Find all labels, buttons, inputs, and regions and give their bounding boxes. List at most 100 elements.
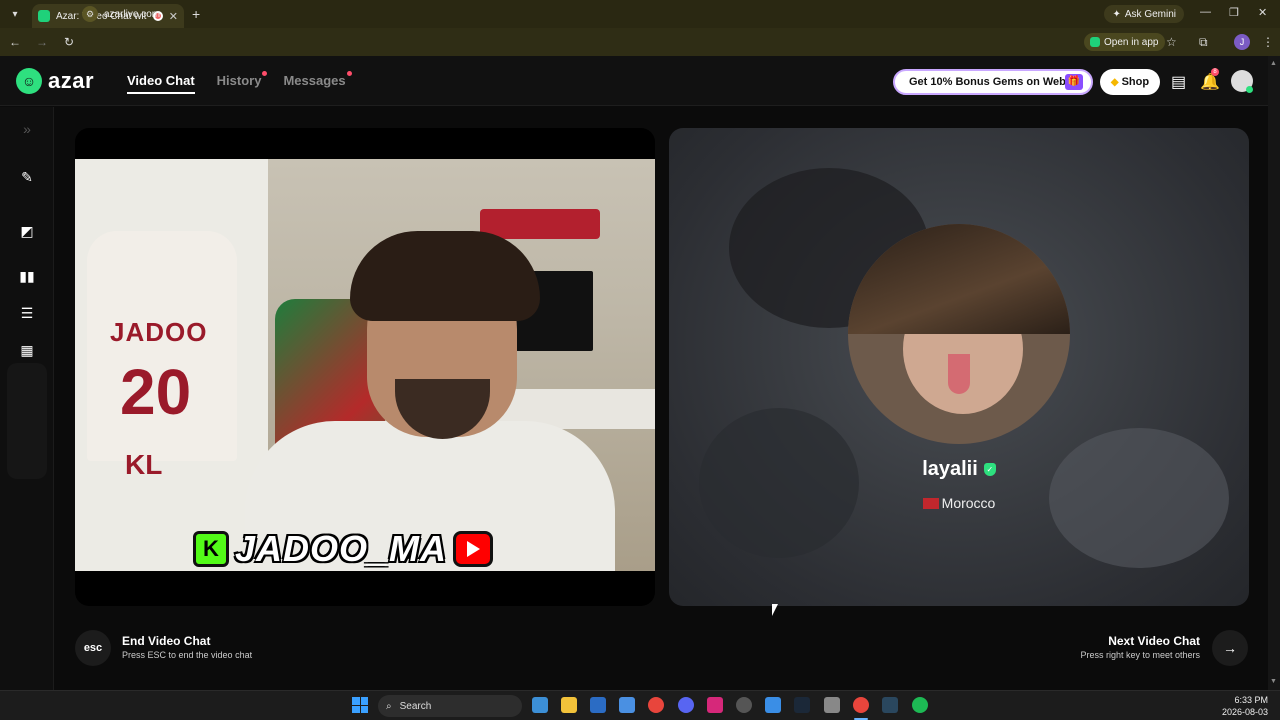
nav-history[interactable]: History [216,71,268,94]
peer-country-row: Morocco [669,495,1249,511]
peer-name: layalii [922,458,978,480]
clock-time: 6:33 PM [1234,695,1268,705]
clock-app-icon[interactable] [736,697,752,713]
blurred-background [699,408,859,558]
next-chat-hint: Press right key to meet others [1080,650,1200,660]
mouse-cursor-icon [772,604,778,616]
store-icon[interactable] [619,697,635,713]
file-explorer-icon[interactable] [561,697,577,713]
peer-profile-photo [848,224,1070,444]
verified-badge-icon: ✓ [983,463,996,476]
widgets-icon[interactable] [532,697,548,713]
layout-stacked-icon[interactable]: ☰ [13,299,41,327]
youtube-logo-icon [453,531,494,567]
nav-label: Video Chat [127,73,195,88]
back-icon[interactable]: ← [3,35,27,49]
open-in-app-label: Open in app [1104,36,1159,48]
peer-country: Morocco [941,495,996,511]
search-icon: ⌕ [386,700,392,712]
windows-taskbar: ⌕ Search 6:33 PM 2026-08-03 [0,690,1280,720]
window-close-icon[interactable]: ✕ [1258,6,1267,19]
kick-logo-icon: K [193,531,229,567]
peer-hair [848,224,1070,334]
minimize-icon[interactable]: — [1200,6,1211,18]
nav-video-chat[interactable]: Video Chat [127,73,195,94]
taskbar-search-label: Search [399,700,432,712]
end-chat-title: End Video Chat [122,634,211,648]
url-text[interactable]: azarlive.com [104,9,160,20]
nav-label: Messages [283,73,346,88]
stream-overlay: K JADOO_MA [193,528,494,569]
magic-wand-icon[interactable]: ✎ [13,163,41,191]
logo-text: azar [48,68,95,93]
scroll-down-arrow-icon[interactable]: ▼ [1270,678,1277,685]
site-info-icon[interactable]: ⚙ [82,6,98,22]
steam-alt-icon[interactable] [882,697,898,713]
ask-gemini-label: Ask Gemini [1124,8,1176,20]
scarf [480,209,600,239]
effects-icon[interactable]: ◩ [13,217,41,245]
spotify-icon[interactable] [912,697,928,713]
chrome-active-icon[interactable] [853,697,869,713]
expand-sidebar-icon[interactable]: » [13,115,41,143]
person-hair [350,231,540,321]
instagram-icon[interactable] [707,697,723,713]
chevron-down-icon[interactable]: ▾ [4,3,26,25]
bookmark-star-icon[interactable]: ☆ [1166,35,1177,49]
gem-icon: ◆ [1110,76,1119,88]
jersey-number: 20 [120,356,192,428]
layout-grid-icon[interactable]: ▦ [13,336,41,364]
peer-name-row: layalii ✓ [669,458,1249,481]
browser-menu-icon[interactable]: ⋮ [1262,35,1274,49]
nav-label: History [216,73,262,88]
jersey-initials: KL [125,449,163,480]
azar-app-icon [1090,37,1100,47]
left-toolbar: » ✎ ◩ ▮▮ ☰ ▦ [0,107,54,690]
inbox-icon[interactable]: ▤ [1171,72,1186,92]
open-in-app-button[interactable]: Open in app [1084,33,1165,51]
ask-gemini-button[interactable]: ✦ Ask Gemini [1104,5,1184,23]
discord-icon[interactable] [678,697,694,713]
nav-messages[interactable]: Messages [283,71,352,94]
local-camera-feed: JADOO 20 KL K JADOO_MA [75,159,655,571]
gemini-sparkle-icon: ✦ [1112,8,1121,20]
azar-logo[interactable]: ☺ azar [16,68,94,94]
gift-icon: 🎁 [1065,74,1083,90]
bonus-gems-button[interactable]: Get 10% Bonus Gems on Web! 🎁 [893,69,1093,95]
azar-favicon-icon [38,10,50,22]
steam-icon[interactable] [794,697,810,713]
peer-video: layalii ✓ Morocco [669,128,1249,606]
system-clock[interactable]: 6:33 PM 2026-08-03 [1218,694,1268,718]
windows-start-icon[interactable] [352,697,368,713]
notification-badge: 8 [1211,68,1219,76]
chrome-icon[interactable] [648,697,664,713]
app-header: ☺ azar Video Chat History Messages Get 1… [0,56,1268,106]
morocco-flag-icon [922,497,939,509]
online-status-dot [1246,86,1253,93]
taskbar-search[interactable]: ⌕ Search [378,695,522,717]
browser-profile-avatar[interactable]: J [1234,34,1250,50]
store-app-icon[interactable] [824,697,840,713]
extensions-icon[interactable]: ⧉ [1199,35,1208,50]
layout-group [7,363,47,479]
outlook-icon[interactable] [590,697,606,713]
next-chat-button[interactable]: → [1212,630,1248,666]
shop-button[interactable]: ◆ Shop [1100,69,1160,95]
scroll-up-arrow-icon[interactable]: ▲ [1270,60,1277,67]
unread-dot [346,71,352,76]
end-chat-button[interactable]: esc [75,630,111,666]
next-chat-title: Next Video Chat [1108,634,1200,648]
forward-icon[interactable]: → [30,35,54,49]
restore-icon[interactable]: ❐ [1229,6,1239,19]
peer-mouth [948,354,970,394]
end-chat-hint: Press ESC to end the video chat [122,650,253,660]
azar-logo-icon: ☺ [16,68,42,94]
clock-date: 2026-08-03 [1221,707,1268,717]
layout-side-by-side-icon[interactable]: ▮▮ [13,262,41,290]
omnibox[interactable]: ⚙ azarlive.com [82,4,1082,24]
page-scrollbar[interactable] [1268,56,1280,690]
photos-icon[interactable] [765,697,781,713]
jersey-name: JADOO [110,317,208,347]
reload-icon[interactable]: ↻ [57,35,81,49]
unread-dot [262,71,268,76]
